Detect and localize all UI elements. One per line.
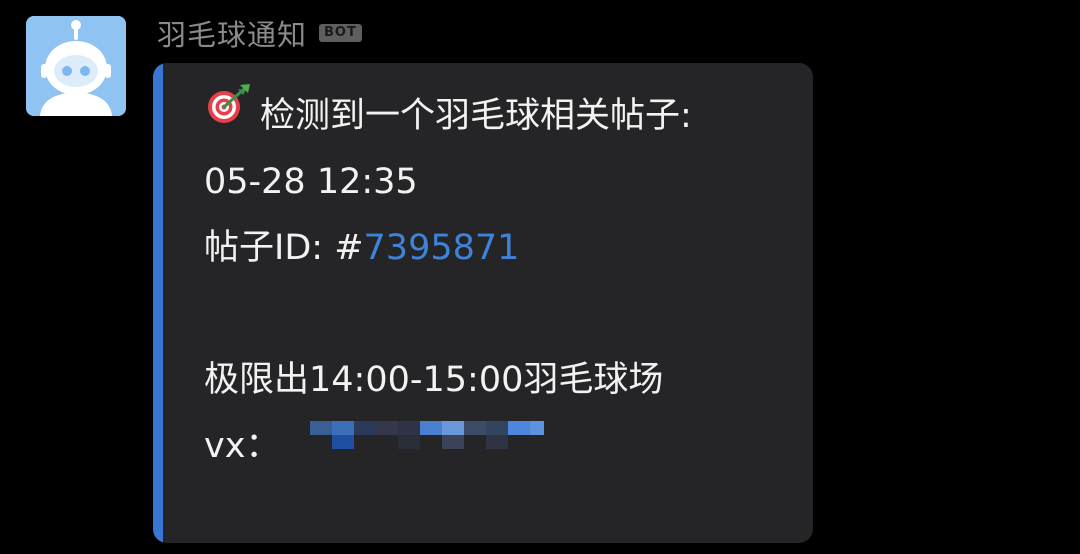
accent-bar: [153, 63, 163, 543]
post-id-line: 帖子ID: #7395871: [204, 215, 793, 281]
bot-badge: BOT: [319, 24, 362, 42]
message-bubble[interactable]: 检测到一个羽毛球相关帖子: 05-28 12:35 帖子ID: #7395871…: [153, 63, 813, 543]
message-time: 05-28 12:35: [204, 162, 418, 202]
robot-icon: [26, 16, 126, 116]
dart-target-icon: [204, 81, 252, 147]
sender-name[interactable]: 羽毛球通知: [157, 12, 307, 54]
sender-header: 羽毛球通知 BOT: [157, 14, 362, 52]
contact-line: vx：: [204, 413, 793, 479]
message-content: 极限出14:00-15:00羽毛球场: [204, 360, 664, 400]
message-header-line: 检测到一个羽毛球相关帖子:: [204, 83, 793, 149]
message-header: 检测到一个羽毛球相关帖子:: [260, 96, 692, 136]
chat-view: 羽毛球通知 BOT 检测到一个羽毛球相关帖子: 05-28 12:35 帖子ID…: [0, 0, 1080, 554]
post-id-link[interactable]: 7395871: [364, 228, 520, 268]
pixelated-contact-redaction: [310, 411, 550, 477]
bot-avatar[interactable]: [26, 16, 126, 116]
message-body: 检测到一个羽毛球相关帖子: 05-28 12:35 帖子ID: #7395871…: [204, 83, 793, 479]
post-id-label: 帖子ID: #: [204, 228, 364, 268]
contact-label: vx：: [204, 426, 281, 466]
